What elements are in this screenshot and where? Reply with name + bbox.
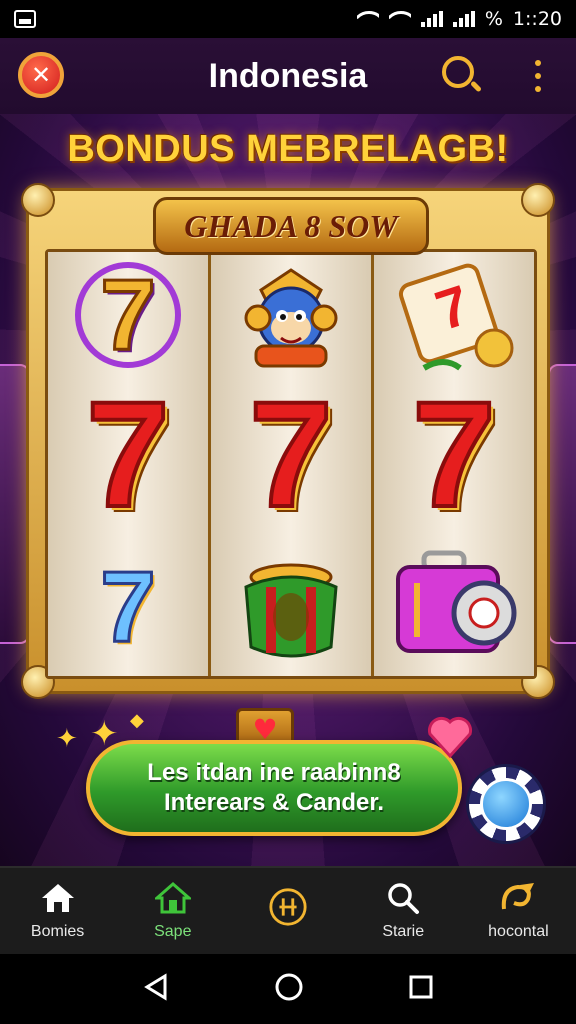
nav-label: Sape xyxy=(154,923,192,940)
reel-2: 7 xyxy=(211,252,374,676)
reel-window: 7 7 7 7 7 7 xyxy=(45,249,537,679)
reel-1: 7 7 7 xyxy=(48,252,211,676)
action-line-1: Les itdan ine raabinn8 xyxy=(147,759,401,786)
signal-icon xyxy=(420,11,443,27)
wifi-icon xyxy=(357,11,379,27)
reel-3: 7 7 xyxy=(374,252,534,676)
system-navigation-bar xyxy=(0,954,576,1024)
frame-ornament-icon xyxy=(21,183,55,217)
recents-icon xyxy=(409,975,433,999)
card-and-coin-icon: 7 xyxy=(374,260,534,380)
search-icon xyxy=(383,881,423,915)
green-drum-icon xyxy=(211,542,371,672)
game-title-plaque: GHADA 8 SOW xyxy=(153,197,429,255)
action-line-2: Interears & Cander. xyxy=(163,789,385,816)
game-area: BONDUS MEBRELAGB! 7 7 7 7 7 7 GHADA 8 SO… xyxy=(0,114,576,866)
wifi-calling-icon xyxy=(389,11,411,27)
status-bar: % 1::20 xyxy=(0,0,576,38)
home-nav-button[interactable] xyxy=(274,972,304,1006)
store-icon xyxy=(153,881,193,915)
heart-icon xyxy=(427,716,473,759)
more-options-button[interactable] xyxy=(530,60,546,92)
clock: 1::20 xyxy=(512,8,562,30)
red-seven-icon: 7 xyxy=(247,370,334,538)
page-title: Indonesia xyxy=(208,56,368,95)
nav-item-search[interactable]: Starie xyxy=(346,868,461,954)
background-slot-machine-right xyxy=(548,364,576,644)
back-button[interactable] xyxy=(141,972,171,1006)
home-circle-icon xyxy=(275,973,303,1001)
monkey-icon xyxy=(211,260,371,370)
search-icon xyxy=(442,56,474,88)
red-seven-icon: 7 xyxy=(84,370,171,538)
signal-icon-2 xyxy=(452,11,475,27)
pink-camera-icon xyxy=(374,542,534,672)
gold-seven-icon: 7 xyxy=(48,257,208,372)
close-icon: ✕ xyxy=(30,61,52,89)
gallery-notification-icon xyxy=(14,10,36,28)
bonus-banner: BONDUS MEBRELAGB! xyxy=(67,128,509,170)
back-icon xyxy=(144,973,167,1001)
nav-label: Starie xyxy=(382,923,425,940)
blue-seven-icon: 7 xyxy=(99,549,158,664)
nav-item-home[interactable]: Bomies xyxy=(0,868,115,954)
sparkle-icon: ◆ xyxy=(130,710,144,731)
sparkle-icon: ✦ xyxy=(56,724,78,754)
red-seven-icon: 7 xyxy=(410,370,497,538)
nav-item-store[interactable]: Sape xyxy=(115,868,230,954)
nav-label: Bomies xyxy=(30,923,85,940)
brand-icon xyxy=(498,881,538,915)
app-header: ✕ Indonesia xyxy=(0,38,576,114)
recents-button[interactable] xyxy=(407,973,435,1005)
status-icons: % 1::20 xyxy=(357,8,562,30)
close-button[interactable]: ✕ xyxy=(18,52,64,98)
casino-chip-icon xyxy=(466,764,546,844)
nav-item-brand[interactable]: hocontal xyxy=(461,868,576,954)
home-icon xyxy=(38,881,78,915)
frame-ornament-icon xyxy=(521,183,555,217)
search-button[interactable] xyxy=(440,54,483,96)
battery-text: % xyxy=(484,8,503,30)
nav-item-center[interactable] xyxy=(230,868,345,954)
nav-label: hocontal xyxy=(488,923,549,940)
spin-action-button[interactable]: Les itdan ine raabinn8 Interears & Cande… xyxy=(86,740,462,836)
grid-circle-icon xyxy=(268,888,308,926)
slot-machine[interactable]: 7 7 7 7 7 7 GHADA 8 SOW xyxy=(21,183,555,699)
bottom-navigation: Bomies Sape Starie hocontal xyxy=(0,866,576,954)
